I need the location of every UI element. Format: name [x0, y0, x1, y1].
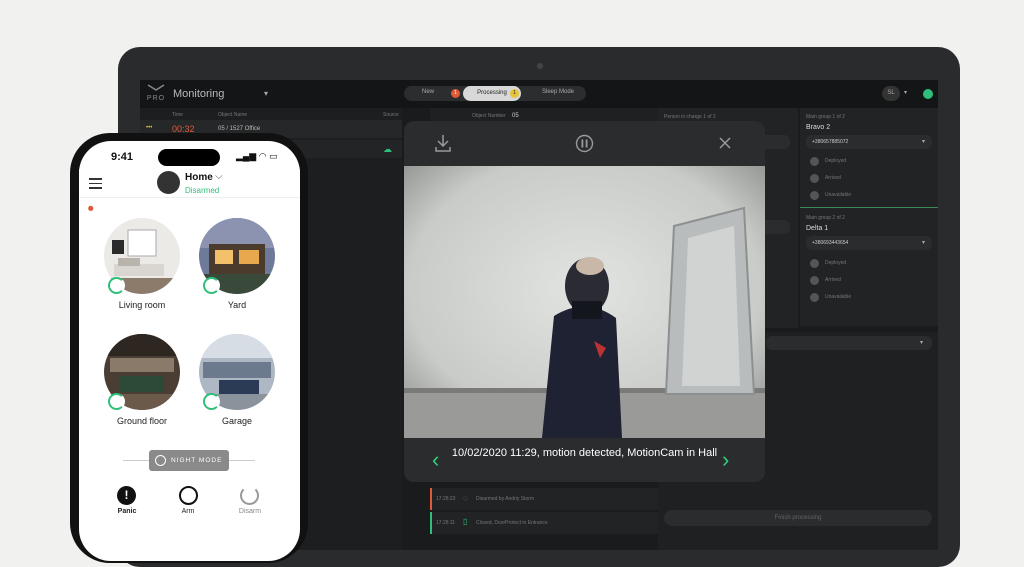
log-text: Disarmed by Andriy Storm [476, 496, 535, 502]
log-time: 17:28:23 [436, 496, 456, 502]
connection-status-icon [923, 89, 933, 99]
status-arrived: Arrived [825, 175, 841, 181]
event-object: 05 / 1527 Office [218, 126, 261, 132]
log-text: Closed, DoorProtect in Entrance [476, 520, 548, 526]
room-label: Garage [221, 416, 253, 426]
pause-icon[interactable] [575, 134, 594, 153]
divider [123, 460, 149, 461]
group-name: Bravo 2 [806, 124, 831, 131]
download-icon[interactable] [434, 133, 452, 153]
object-number: 05 [512, 113, 519, 119]
hub-avatar[interactable] [157, 171, 180, 194]
divider [800, 207, 938, 208]
check-icon[interactable] [810, 174, 819, 183]
chevron-down-icon[interactable]: ▾ [264, 89, 268, 98]
col-header-source: Source [383, 112, 399, 118]
processing-count-badge: 1 [510, 89, 519, 98]
check-icon[interactable] [810, 293, 819, 302]
menu-icon[interactable] [89, 178, 102, 192]
panic-icon[interactable]: ! [117, 486, 136, 505]
divider [229, 460, 255, 461]
person-in-charge-label: Person in charge 1 of 2 [664, 114, 716, 120]
status-arrived: Arrived [825, 277, 841, 283]
door-icon: ▯ [463, 517, 468, 526]
user-menu[interactable]: SL [882, 86, 900, 101]
check-icon[interactable] [810, 276, 819, 285]
status-unavailable: Unavailable [825, 294, 852, 300]
group-title: Main group 2 of 2 [806, 215, 845, 221]
panic-label: Panic [117, 508, 137, 515]
group-name: Delta 1 [806, 225, 829, 232]
camera-frame-image [404, 166, 765, 438]
group-title: Main group 1 of 2 [806, 114, 845, 120]
chevron-down-icon[interactable]: ▾ [904, 89, 907, 96]
signal-wifi-battery-icon: ▂▄▆ ◠ ▭ [236, 151, 278, 161]
check-icon[interactable] [810, 157, 819, 166]
status-unavailable: Unavailable [825, 192, 852, 198]
night-mode-button[interactable]: NIGHT MODE [149, 450, 229, 471]
disarm-label: Disarm [238, 508, 262, 515]
tab-new[interactable]: New [422, 89, 434, 95]
comment-select[interactable] [766, 336, 932, 350]
event-caption: 10/02/2020 11:29, motion detected, Motio… [451, 447, 718, 459]
logo-icon [147, 84, 165, 91]
finish-processing-button[interactable]: Finish processing [664, 510, 932, 526]
chevron-down-icon[interactable]: ▾ [922, 138, 925, 145]
disarmed-status-icon [203, 393, 220, 410]
camera-alert-icon[interactable]: ⏺ [88, 203, 94, 216]
room-label: Ground floor [116, 416, 168, 426]
chevron-down-icon[interactable]: ▾ [922, 239, 925, 246]
group-phone: +380693443654 [812, 240, 849, 246]
disarm-icon[interactable] [240, 486, 259, 505]
previous-arrow-icon[interactable]: ‹ [432, 447, 439, 473]
log-time: 17:28:11 [436, 520, 456, 526]
status-deployed: Deployed [825, 158, 847, 164]
group-phone: +380657885072 [812, 139, 849, 145]
object-number-label: Object Number [472, 113, 506, 119]
video-popup: ‹ 10/02/2020 11:29, motion detected, Mot… [404, 121, 765, 482]
room-label: Yard [227, 300, 247, 310]
laptop-camera [537, 63, 543, 69]
disarmed-status-icon [203, 277, 220, 294]
hub-name[interactable]: Home [185, 172, 213, 183]
app-title-dropdown[interactable]: Monitoring [173, 88, 224, 100]
check-icon[interactable] [810, 191, 819, 200]
chevron-down-icon[interactable]: ▾ [920, 339, 923, 346]
night-mode-icon [155, 454, 166, 466]
close-icon[interactable] [719, 137, 731, 149]
motioncam-photo [404, 166, 765, 438]
hub-status: Disarmed [185, 186, 220, 195]
row-menu-icon[interactable]: ••• [146, 125, 152, 131]
disarmed-status-icon [108, 393, 125, 410]
arm-icon[interactable] [179, 486, 198, 505]
new-count-badge: 1 [451, 89, 460, 98]
status-time: 9:41 [111, 151, 134, 163]
tab-sleep-mode[interactable]: Sleep Mode [542, 89, 574, 95]
phone-screen: 9:41 ▂▄▆ ◠ ▭ Home ⌵ Disarmed ⏺ Living ro… [79, 141, 300, 561]
next-arrow-icon[interactable]: › [722, 447, 729, 473]
status-deployed: Deployed [825, 260, 847, 266]
chevron-down-icon[interactable]: ⌵ [215, 171, 223, 182]
app-logo: PRO [146, 84, 166, 103]
disarm-icon: ◌ [463, 494, 468, 503]
disarmed-status-icon [108, 277, 125, 294]
col-header-time: Time [172, 112, 183, 118]
col-header-object: Object Name [218, 112, 248, 118]
arm-label: Arm [181, 508, 195, 515]
dynamic-island [158, 149, 220, 166]
room-label: Living room [118, 300, 166, 310]
cloud-icon: ☁ [383, 144, 392, 154]
check-icon[interactable] [810, 259, 819, 268]
